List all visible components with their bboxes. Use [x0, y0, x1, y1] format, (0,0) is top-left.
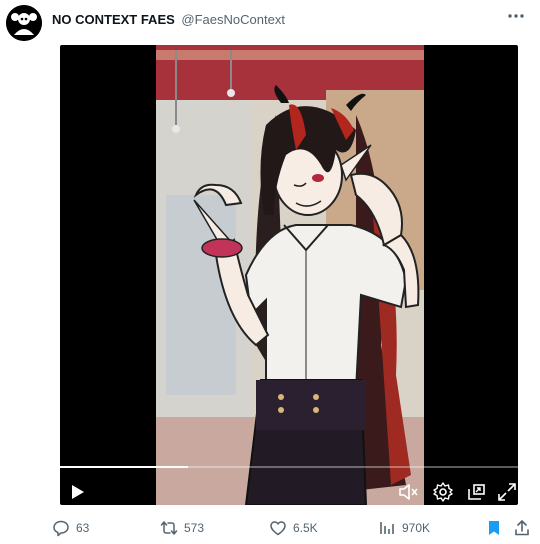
settings-button[interactable] — [432, 481, 454, 503]
share-icon — [515, 520, 529, 536]
mute-button[interactable] — [397, 481, 419, 503]
picture-in-picture-icon — [468, 484, 485, 500]
play-button[interactable] — [66, 481, 88, 503]
avatar-fae-icon — [6, 5, 42, 41]
avatar[interactable] — [6, 5, 42, 41]
bookmark-button[interactable] — [485, 516, 503, 540]
video-progress-bar[interactable] — [60, 466, 518, 468]
picture-in-picture-button[interactable] — [465, 481, 487, 503]
views-count: 970K — [402, 521, 431, 535]
retweet-button[interactable]: 573 — [160, 516, 204, 540]
more-icon — [508, 14, 524, 18]
video-frame — [156, 45, 424, 505]
retweet-count: 573 — [184, 521, 205, 535]
share-button[interactable] — [513, 516, 531, 540]
bookmark-filled-icon — [489, 521, 499, 535]
volume-muted-icon — [399, 484, 418, 500]
video-progress-fill — [60, 466, 189, 468]
author-name[interactable]: NO CONTEXT FAES — [52, 12, 175, 27]
expand-icon — [498, 483, 516, 501]
more-options-button[interactable] — [504, 6, 528, 26]
like-button[interactable]: 6.5K — [269, 516, 318, 540]
play-icon — [72, 485, 84, 499]
gear-icon — [433, 482, 453, 502]
heart-icon — [270, 521, 286, 536]
video-still-illustration — [156, 45, 424, 505]
tweet-action-bar: 63 573 6.5K 970K — [0, 516, 540, 544]
like-count: 6.5K — [293, 521, 318, 535]
views-button[interactable]: 970K — [378, 516, 430, 540]
author-line[interactable]: NO CONTEXT FAES @FaesNoContext — [52, 12, 285, 27]
author-handle[interactable]: @FaesNoContext — [181, 12, 285, 27]
reply-count: 63 — [76, 521, 90, 535]
retweet-icon — [160, 521, 178, 535]
fullscreen-button[interactable] — [496, 481, 518, 503]
reply-button[interactable]: 63 — [52, 516, 89, 540]
tweet-header: NO CONTEXT FAES @FaesNoContext — [0, 0, 540, 42]
views-chart-icon — [380, 522, 394, 534]
video-player[interactable] — [60, 45, 518, 505]
reply-icon — [53, 520, 69, 537]
